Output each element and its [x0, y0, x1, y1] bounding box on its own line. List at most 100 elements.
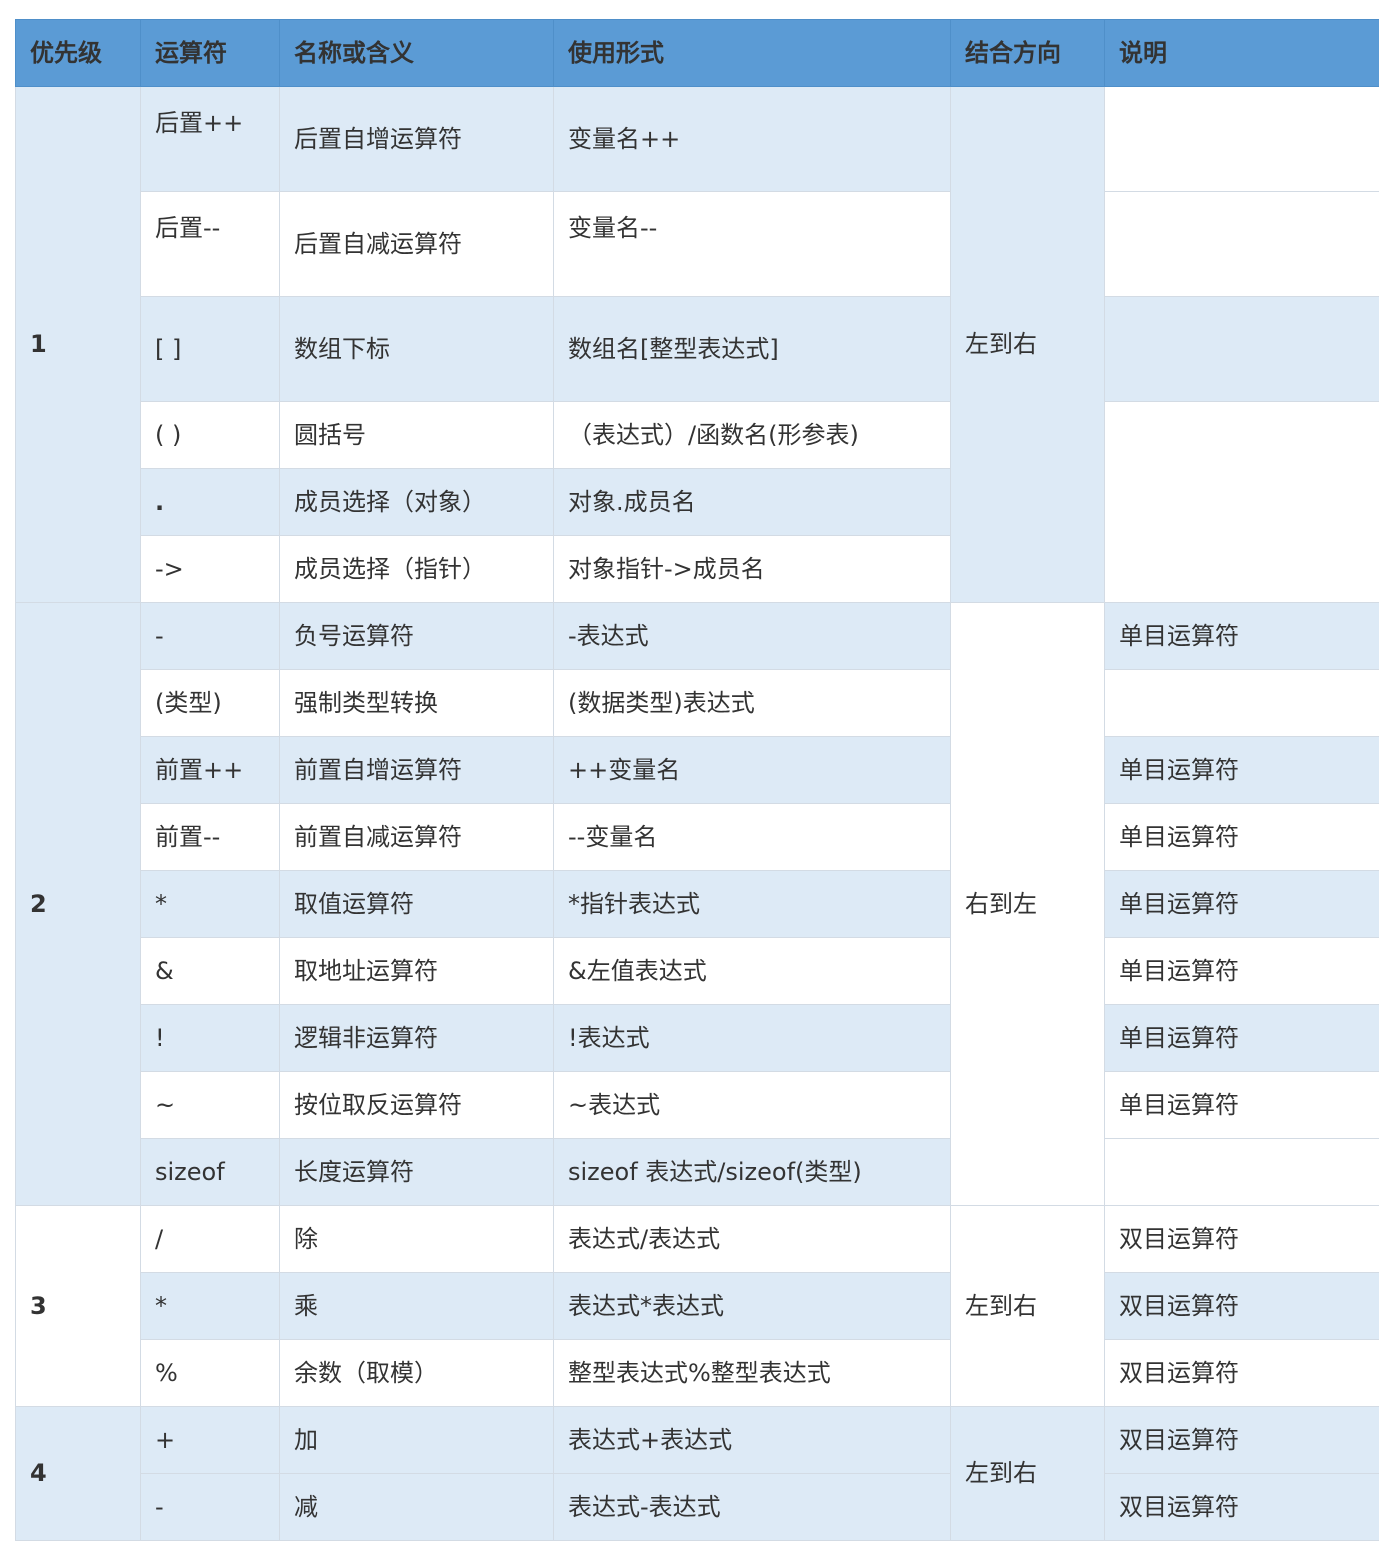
- table-row: (类型) 强制类型转换 (数据类型)表达式: [16, 669, 1379, 737]
- usage-cell: !表达式: [553, 1004, 951, 1072]
- operator-cell: %: [140, 1339, 280, 1407]
- header-level: 优先级: [15, 19, 141, 87]
- name-cell: 按位取反运算符: [279, 1071, 554, 1139]
- usage-cell: ++变量名: [553, 736, 951, 804]
- name-cell: 取值运算符: [279, 870, 554, 938]
- header-direction: 结合方向: [950, 19, 1105, 87]
- table-row: & 取地址运算符 &左值表达式 单目运算符: [16, 937, 1379, 1005]
- direction-cell: 左到右: [950, 1406, 1105, 1541]
- usage-cell: （表达式）/函数名(形参表): [553, 401, 951, 469]
- table-row: [ ] 数组下标 数组名[整型表达式]: [16, 296, 1379, 402]
- table-row: 1 后置++ 后置自增运算符 变量名++ 左到右: [15, 86, 1379, 603]
- table-row: 2 - 负号运算符 -表达式 右到左 单目运算符: [15, 602, 1379, 1206]
- operator-cell: *: [140, 870, 280, 938]
- usage-cell: 对象指针->成员名: [553, 535, 951, 603]
- note-cell: 单目运算符: [1104, 803, 1379, 871]
- table-row: sizeof 长度运算符 sizeof 表达式/sizeof(类型): [16, 1138, 1379, 1206]
- table-row: ( ) 圆括号 （表达式）/函数名(形参表): [16, 401, 1379, 603]
- name-cell: 逻辑非运算符: [279, 1004, 554, 1072]
- operator-cell: -: [140, 602, 280, 670]
- usage-cell: sizeof 表达式/sizeof(类型): [553, 1138, 951, 1206]
- operator-cell: ( ): [140, 401, 280, 469]
- operator-cell: 前置++: [140, 736, 280, 804]
- note-cell: 单目运算符: [1104, 870, 1379, 938]
- operator-cell: .: [140, 468, 280, 536]
- table-row: * 取值运算符 *指针表达式 单目运算符: [16, 870, 1379, 938]
- operator-cell: 前置--: [140, 803, 280, 871]
- level-cell: 1: [15, 86, 141, 603]
- operator-cell: 后置--: [140, 191, 280, 297]
- note-cell: [1104, 296, 1379, 402]
- name-cell: 余数（取模）: [279, 1339, 554, 1407]
- header-row: 优先级 运算符 名称或含义 使用形式 结合方向 说明: [15, 19, 1379, 87]
- note-cell: 单目运算符: [1104, 937, 1379, 1005]
- note-cell: 双目运算符: [1104, 1339, 1379, 1407]
- table-row: 前置-- 前置自减运算符 --变量名 单目运算符: [16, 803, 1379, 871]
- usage-cell: 表达式*表达式: [553, 1272, 951, 1340]
- name-cell: 乘: [279, 1272, 554, 1340]
- note-cell: 双目运算符: [1104, 1272, 1379, 1340]
- direction-cell: 右到左: [950, 602, 1105, 1206]
- direction-cell: 左到右: [950, 1205, 1105, 1407]
- operator-cell: -: [140, 1473, 280, 1541]
- name-cell: 长度运算符: [279, 1138, 554, 1206]
- usage-cell: 数组名[整型表达式]: [553, 296, 951, 402]
- name-cell: 取地址运算符: [279, 937, 554, 1005]
- operator-cell: ~: [140, 1071, 280, 1139]
- operator-cell: *: [140, 1272, 280, 1340]
- name-cell: 数组下标: [279, 296, 554, 402]
- usage-cell: -表达式: [553, 602, 951, 670]
- note-cell: 双目运算符: [1104, 1473, 1379, 1541]
- usage-cell: 表达式+表达式: [553, 1406, 951, 1474]
- table-container: 优先级 运算符 名称或含义 使用形式 结合方向 说明 1 后置++ 后置自增运算…: [15, 19, 1379, 1559]
- usage-cell: *指针表达式: [553, 870, 951, 938]
- note-cell: [1104, 191, 1379, 297]
- level-cell: 2: [15, 602, 141, 1206]
- operator-cell: &: [140, 937, 280, 1005]
- operator-cell: sizeof: [140, 1138, 280, 1206]
- usage-cell: 整型表达式%整型表达式: [553, 1339, 951, 1407]
- operator-cell: [ ]: [140, 296, 280, 402]
- table-row: ~ 按位取反运算符 ~表达式 单目运算符: [16, 1071, 1379, 1139]
- note-cell: [1104, 1138, 1379, 1206]
- usage-cell: --变量名: [553, 803, 951, 871]
- operator-cell: +: [140, 1406, 280, 1474]
- header-operator: 运算符: [140, 19, 280, 87]
- name-cell: 成员选择（对象）: [279, 468, 554, 536]
- table-row: 后置-- 后置自减运算符 变量名--: [16, 191, 1379, 297]
- name-cell: 后置自减运算符: [279, 191, 554, 297]
- table-row: ! 逻辑非运算符 !表达式 单目运算符: [16, 1004, 1379, 1072]
- name-cell: 圆括号: [279, 401, 554, 469]
- direction-cell: 左到右: [950, 86, 1105, 603]
- note-cell: 单目运算符: [1104, 1071, 1379, 1139]
- table-row: 前置++ 前置自增运算符 ++变量名 单目运算符: [16, 736, 1379, 804]
- usage-cell: 变量名--: [553, 191, 951, 297]
- note-cell: [1104, 401, 1379, 603]
- operator-cell: !: [140, 1004, 280, 1072]
- level-cell: 4: [15, 1406, 141, 1541]
- table-row: - 减 表达式-表达式 双目运算符: [16, 1473, 1379, 1541]
- note-cell: 双目运算符: [1104, 1205, 1379, 1273]
- table-row: * 乘 表达式*表达式 双目运算符: [16, 1272, 1379, 1340]
- table-row: 3 / 除 表达式/表达式 左到右 双目运算符: [15, 1205, 1379, 1407]
- note-cell: 单目运算符: [1104, 736, 1379, 804]
- operator-precedence-table: 优先级 运算符 名称或含义 使用形式 结合方向 说明 1 后置++ 后置自增运算…: [15, 19, 1379, 1541]
- name-cell: 加: [279, 1406, 554, 1474]
- name-cell: 除: [279, 1205, 554, 1273]
- header-name: 名称或含义: [279, 19, 554, 87]
- usage-cell: 表达式-表达式: [553, 1473, 951, 1541]
- usage-cell: 表达式/表达式: [553, 1205, 951, 1273]
- usage-cell: &左值表达式: [553, 937, 951, 1005]
- operator-cell: /: [140, 1205, 280, 1273]
- header-usage: 使用形式: [553, 19, 951, 87]
- header-note: 说明: [1104, 19, 1379, 87]
- usage-cell: 变量名++: [553, 86, 951, 192]
- name-cell: 前置自减运算符: [279, 803, 554, 871]
- name-cell: 减: [279, 1473, 554, 1541]
- usage-cell: 对象.成员名: [553, 468, 951, 536]
- table-row: 4 + 加 表达式+表达式 左到右 双目运算符: [15, 1406, 1379, 1541]
- note-cell: 单目运算符: [1104, 1004, 1379, 1072]
- name-cell: 后置自增运算符: [279, 86, 554, 192]
- note-cell: [1104, 669, 1379, 737]
- name-cell: 成员选择（指针）: [279, 535, 554, 603]
